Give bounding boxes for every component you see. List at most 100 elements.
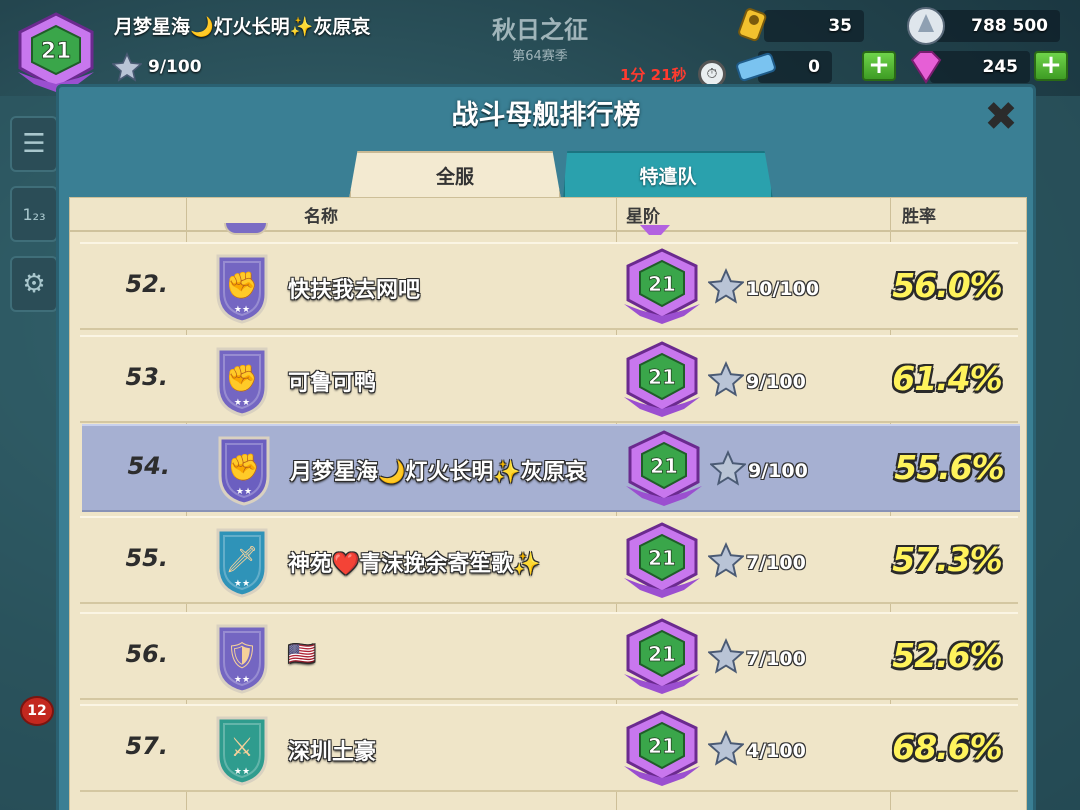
row-rank: 53. [125,363,168,391]
squad-badge[interactable]: ⚔ ★★ [214,712,270,786]
star-icon [706,542,746,582]
notification-count: 12 [27,703,47,719]
squad-badge[interactable]: 🛡 ★★ [214,620,270,694]
winrate-cell: 61.4% [892,359,1003,398]
row-rank: 54. [127,452,170,480]
tier-badge: 21 [620,520,704,602]
player-name-cell: 快扶我去网吧 [288,278,421,303]
tickets-value: 0 [808,57,820,77]
background-dock [1036,96,1080,810]
leaderboard-row[interactable]: 55. 🗡 ★★ 神苑❤️青沫挽余寄笙歌✨ 21 7/100 57.3% [80,516,1018,604]
level-hex-icon: 21 [624,522,700,598]
svg-text:✊: ✊ [226,271,258,301]
winrate-cell: 52.6% [892,636,1003,675]
add-gems-button[interactable]: + [1034,51,1068,81]
svg-text:✊: ✊ [228,453,260,483]
level-hex-icon: 21 [18,12,94,92]
tier-stars-text: 9/100 [746,371,806,393]
row-rank: 56. [125,640,168,668]
star-icon [708,450,748,490]
svg-text:★★: ★★ [234,579,250,589]
stats-button[interactable]: 1₂₃ [10,186,58,242]
level-hex-icon: 21 [626,430,702,506]
squad-badge[interactable]: ✊ ★★ [214,250,270,324]
tier-badge: 21 [620,339,704,421]
squad-badge[interactable]: ✊ ★★ [214,343,270,417]
tier-level-text: 21 [650,454,678,478]
tier-level-text: 21 [648,365,676,389]
menu-button[interactable]: ☰ [10,116,58,172]
svg-text:★★: ★★ [236,487,252,497]
column-header-winrate: 胜率 [902,207,936,227]
tier-stars-text: 9/100 [748,460,808,482]
gem-icon [906,48,946,86]
squad-badge[interactable]: 🗡 ★★ [214,524,270,598]
iron-counter: 788 500 [930,10,1060,42]
player-level-badge[interactable]: 21 [14,12,98,94]
svg-text:★★: ★★ [234,398,250,408]
fist-icon: ✊ ★★ [216,254,268,324]
level-hex-icon: 21 [624,248,700,324]
column-header-tier: 星阶 [626,207,660,227]
svg-text:★★: ★★ [234,305,250,315]
svg-text:🗡: 🗡 [225,545,258,575]
star-icon [112,52,142,82]
player-name-cell: 🇺🇸 [288,642,316,667]
tier-badge: 21 [620,616,704,698]
star-icon [706,638,746,678]
iron-icon [904,4,948,48]
player-name-cell: 神苑❤️青沫挽余寄笙歌✨ [288,552,541,577]
row-51-level-partial [640,225,670,235]
keys-value: 35 [828,16,852,36]
player-name-cell: 深圳土豪 [288,740,377,765]
tab-global-label: 全服 [435,166,474,188]
svg-text:★★: ★★ [234,675,250,685]
event-title-block: 秋日之征 第64赛季 [470,10,610,64]
tier-level-text: 21 [648,734,676,758]
header-divider [70,230,1026,232]
star-icon [706,361,746,401]
svg-text:✊: ✊ [226,364,258,394]
row-51-shield-partial [224,223,268,235]
tab-special-forces-label: 特遣队 [639,166,697,188]
fist-icon: ✊ ★★ [218,436,270,506]
event-title: 秋日之征 [492,16,588,44]
tier-stars-text: 7/100 [746,552,806,574]
tier-badge: 21 [620,708,704,790]
crossed-rifles-icon: ⚔ ★★ [216,716,268,786]
add-tickets-button[interactable]: + [862,51,896,81]
svg-text:🛡: 🛡 [225,641,258,671]
leaderboard-table: 名称 星阶 胜率 52. ✊ ★★ 快扶我去网吧 21 10/100 56.0%… [69,197,1027,810]
event-subtitle: 第64赛季 [512,49,568,64]
winrate-cell: 68.6% [892,728,1003,767]
tab-global[interactable]: 全服 [349,151,561,199]
notification-badge[interactable]: 12 [20,696,54,726]
leaderboard-row[interactable]: 52. ✊ ★★ 快扶我去网吧 21 10/100 56.0% [80,242,1018,330]
squad-badge[interactable]: ✊ ★★ [216,432,272,506]
leaderboard-row-self[interactable]: 54. ✊ ★★ 月梦星海🌙灯火长明✨灰原哀 21 9/100 55.6% [82,424,1020,512]
tier-level-text: 21 [648,546,676,570]
row-rank: 55. [125,544,168,572]
player-stars-text: 9/100 [148,57,202,77]
close-button[interactable]: ✖ [981,97,1021,137]
star-icon [706,268,746,308]
column-header-name: 名称 [304,207,338,227]
settings-button[interactable]: ⚙ [10,256,58,312]
player-name-cell: 月梦星海🌙灯火长明✨灰原哀 [290,460,587,485]
row-rank: 52. [125,270,168,298]
winrate-cell: 56.0% [892,266,1003,305]
winged-shield-icon: 🛡 ★★ [216,624,268,694]
ticket-icon [734,48,778,86]
leaderboard-row[interactable]: 57. ⚔ ★★ 深圳土豪 21 4/100 68.6% [80,704,1018,792]
winrate-cell: 57.3% [892,540,1003,579]
tier-stars-text: 4/100 [746,740,806,762]
leaderboard-row[interactable]: 53. ✊ ★★ 可鲁可鸭 21 9/100 61.4% [80,335,1018,423]
level-hex-icon: 21 [624,710,700,786]
tier-level-text: 21 [648,272,676,296]
tab-special-forces[interactable]: 特遣队 [563,151,773,199]
row-rank: 57. [125,732,168,760]
star-icon [706,730,746,770]
gems-value: 245 [982,57,1019,77]
tier-stars-text: 7/100 [746,648,806,670]
leaderboard-row[interactable]: 56. 🛡 ★★ 🇺🇸 21 7/100 52.6% [80,612,1018,700]
